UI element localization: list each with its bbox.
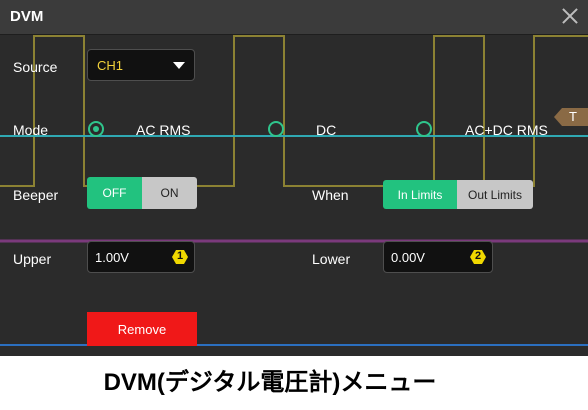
figure-caption: DVM(デジタル電圧計)メニュー bbox=[103, 369, 437, 396]
trigger-level-marker[interactable]: T bbox=[554, 108, 588, 126]
chevron-down-icon bbox=[173, 62, 185, 69]
mode-option-dc: DC bbox=[316, 122, 337, 138]
beeper-label: Beeper bbox=[13, 187, 59, 203]
lower-input[interactable]: 0.00V 2 bbox=[383, 241, 493, 273]
close-icon[interactable] bbox=[560, 6, 580, 26]
upper-input[interactable]: 1.00V 1 bbox=[87, 241, 195, 273]
lower-value: 0.00V bbox=[391, 250, 425, 265]
dialog-titlebar: DVM bbox=[0, 0, 588, 35]
mode-radio-ac-rms[interactable] bbox=[88, 121, 104, 137]
beeper-on-button[interactable]: ON bbox=[142, 177, 197, 209]
dialog-title: DVM bbox=[10, 8, 44, 25]
when-toggle[interactable]: In Limits Out Limits bbox=[383, 180, 533, 209]
oscilloscope-screen: DVM Source CH1 Mode AC RMS DC AC+DC RMS … bbox=[0, 0, 588, 356]
source-label: Source bbox=[13, 59, 58, 75]
remove-button[interactable]: Remove bbox=[87, 312, 197, 346]
mode-label: Mode bbox=[13, 122, 49, 138]
beeper-toggle[interactable]: OFF ON bbox=[87, 177, 197, 209]
trigger-marker-text: T bbox=[569, 109, 577, 124]
knob-2-number: 2 bbox=[475, 250, 482, 262]
mode-radio-ac-dc-rms[interactable] bbox=[416, 121, 432, 137]
knob-1-number: 1 bbox=[177, 250, 184, 262]
upper-value: 1.00V bbox=[95, 250, 129, 265]
when-in-limits-button[interactable]: In Limits bbox=[383, 180, 457, 209]
mode-option-ac-rms: AC RMS bbox=[136, 122, 191, 138]
mode-radio-dc[interactable] bbox=[268, 121, 284, 137]
source-selected-value: CH1 bbox=[97, 58, 124, 73]
knob-2-icon: 2 bbox=[470, 250, 486, 264]
when-out-limits-button[interactable]: Out Limits bbox=[457, 180, 533, 209]
source-dropdown[interactable]: CH1 bbox=[87, 49, 195, 81]
lower-label: Lower bbox=[312, 251, 351, 267]
when-label: When bbox=[312, 187, 349, 203]
beeper-off-button[interactable]: OFF bbox=[87, 177, 142, 209]
knob-1-icon: 1 bbox=[172, 250, 188, 264]
mode-option-ac-dc-rms: AC+DC RMS bbox=[465, 122, 548, 138]
upper-label: Upper bbox=[13, 251, 52, 267]
